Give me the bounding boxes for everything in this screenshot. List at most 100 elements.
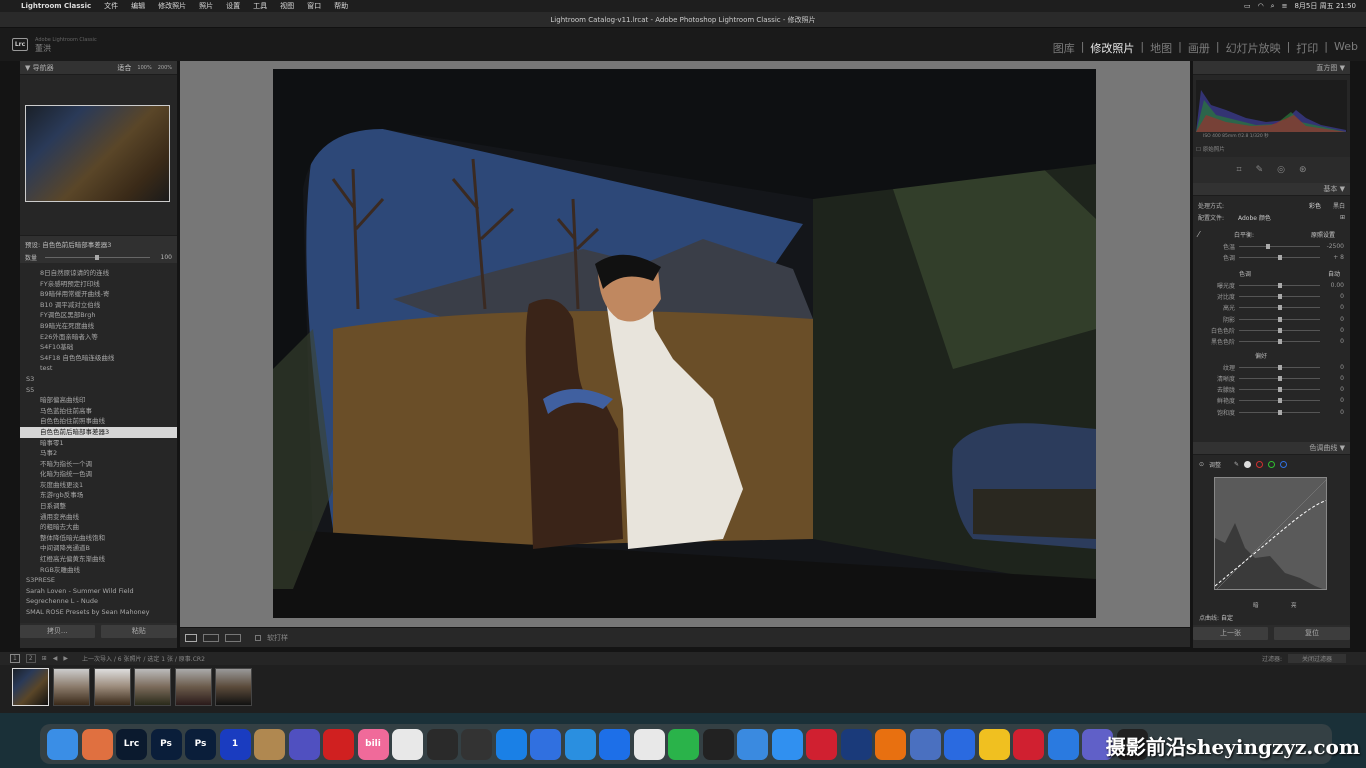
search-icon[interactable]: ⌕ [1271,2,1275,11]
slider-knob[interactable] [1277,327,1282,333]
slider-track[interactable] [1239,282,1320,288]
point-curve-white-icon[interactable] [1244,461,1252,468]
wechat2-icon[interactable] [978,728,1010,760]
slider-track[interactable] [1239,387,1320,393]
netease-icon[interactable] [1013,728,1044,760]
slider-knob[interactable] [1277,282,1282,288]
slider-knob[interactable] [1277,398,1282,404]
green-channel-icon[interactable] [1268,461,1276,468]
filmstrip-thumb[interactable] [175,668,212,706]
slider-track[interactable] [1239,327,1320,333]
preset-item[interactable]: 马色蓝拍住前高事 [20,406,177,417]
link-icon[interactable] [599,728,630,760]
wb-picker-icon[interactable]: ⁄ [1198,230,1234,239]
photoshop-icon[interactable]: Ps [150,728,182,760]
filter-value[interactable]: 关闭过滤器 [1287,654,1346,663]
preset-item[interactable]: test [20,363,177,374]
preset-item[interactable]: 马事2 [20,448,177,459]
preset-item[interactable]: B9暗伴用常缓开曲线-寄 [20,289,177,300]
archive-icon[interactable] [254,728,285,760]
module-web[interactable]: Web [1334,40,1358,56]
slider-knob[interactable] [1277,409,1282,415]
preset-item[interactable]: FY亲感明预定打印线 [20,279,177,290]
photoshop-beta-icon[interactable]: Ps [185,728,216,760]
record-icon[interactable] [323,728,354,760]
treatment-color[interactable]: 彩色 [1309,201,1321,210]
preset-item[interactable]: FY调色区黑部Brgh [20,310,177,321]
slider-knob[interactable] [1277,339,1282,345]
compare-view-icon[interactable] [203,633,219,642]
network-icon[interactable] [771,728,803,760]
menu-window[interactable]: 窗口 [307,1,321,11]
slider-value[interactable]: 0 [1320,327,1344,334]
paste-button[interactable]: 粘贴 [100,625,177,638]
profile-value[interactable]: Adobe 颜色 [1238,213,1340,222]
menu-photo[interactable]: 照片 [199,1,213,11]
preset-item[interactable]: 8日自然原谅请的的连线 [20,268,177,279]
finalcut-icon[interactable] [461,728,492,760]
wechat-icon[interactable] [668,728,699,760]
slider-value[interactable]: 0 [1320,375,1344,382]
slider-knob[interactable] [1277,375,1282,381]
preset-item[interactable]: 中间调降亮通道B [20,543,177,554]
chrome-icon[interactable] [633,728,665,760]
slider-knob[interactable] [1277,316,1282,322]
menu-view[interactable]: 视图 [280,1,294,11]
slider-value[interactable]: 0 [1320,386,1344,393]
preset-item[interactable]: S3 [20,374,177,385]
slider-value[interactable]: -2500 [1320,243,1344,250]
menu-help[interactable]: 帮助 [334,1,348,11]
preset-item[interactable]: 灰度曲线更淡1 [20,480,177,491]
menu-tools[interactable]: 工具 [253,1,267,11]
slider-knob[interactable] [1266,244,1271,250]
module-slideshow[interactable]: 幻灯片放映 [1226,40,1281,56]
share-icon[interactable] [909,728,941,760]
treatment-bw[interactable]: 黑白 [1333,201,1345,210]
menu-file[interactable]: 文件 [104,1,118,11]
amount-knob[interactable] [95,255,100,260]
preset-item[interactable]: E26外面亲暗者入等 [20,332,177,343]
before-after-icon[interactable] [225,633,241,642]
navigator-header[interactable]: ▼ 导航器 适合 100% 200% [20,61,177,75]
slider-value[interactable]: 0 [1320,338,1344,345]
navigator-thumbnail[interactable] [25,105,170,202]
crop-icon[interactable]: ⌗ [1236,165,1241,175]
preset-item[interactable]: B9暗光在死度曲线 [20,321,177,332]
1password-icon[interactable]: 1 [219,728,251,760]
slider-track[interactable] [1239,364,1320,370]
slider-value[interactable]: 0.00 [1320,282,1344,289]
tone-auto[interactable]: 自动 [1328,269,1340,278]
preset-item[interactable]: S4F10基础 [20,342,177,353]
preset-item[interactable]: S4F18 自色色暗连级曲线 [20,353,177,364]
preset-item[interactable]: 暗部偏高曲线印 [20,395,177,406]
forward-icon[interactable]: ▶ [63,655,68,662]
wifi-icon[interactable]: ◠ [1258,2,1264,10]
red-icon[interactable] [806,728,837,760]
module-book[interactable]: 画册 [1188,40,1210,56]
back-icon[interactable]: ◀ [53,655,58,662]
preset-item[interactable]: 不暗为指长一个调 [20,459,177,470]
preset-item[interactable]: 整体降低暗光曲线饱和 [20,533,177,544]
profile-browser-icon[interactable]: ⊞ [1340,214,1345,221]
preset-item[interactable]: SMAL ROSE Presets by Sean Mahoney [20,607,177,618]
slider-track[interactable] [1239,409,1320,415]
original-photo-checkbox[interactable]: ☐ 原始照片 [1196,145,1225,153]
filmstrip-thumb[interactable] [215,668,252,706]
tone-curve-header[interactable]: 色调曲线 ▼ [1193,442,1350,455]
app-menu[interactable]: Lightroom Classic [21,2,91,10]
slider-track[interactable] [1239,316,1320,322]
module-library[interactable]: 图库 [1053,40,1075,56]
preset-item[interactable]: 自色色前后暗部事差器3 [20,426,177,438]
preset-item[interactable]: RGB灰雕曲线 [20,565,177,576]
blue-channel-icon[interactable] [1280,461,1288,468]
preset-item[interactable]: S3PRESE [20,575,177,586]
slider-knob[interactable] [1277,387,1282,393]
slider-knob[interactable] [1278,255,1283,261]
amount-slider[interactable] [45,255,150,260]
filmstrip-info[interactable]: 上一次导入 / 6 张照片 / 选定 1 张 / 原事.CR2 [82,654,205,663]
filmstrip-thumb[interactable] [134,668,171,706]
filmstrip-thumb[interactable] [94,668,131,706]
slider-value[interactable]: 0 [1320,409,1344,416]
preset-item[interactable]: 日系调整 [20,501,177,512]
wb-value[interactable]: 原照设置 [1311,230,1335,239]
